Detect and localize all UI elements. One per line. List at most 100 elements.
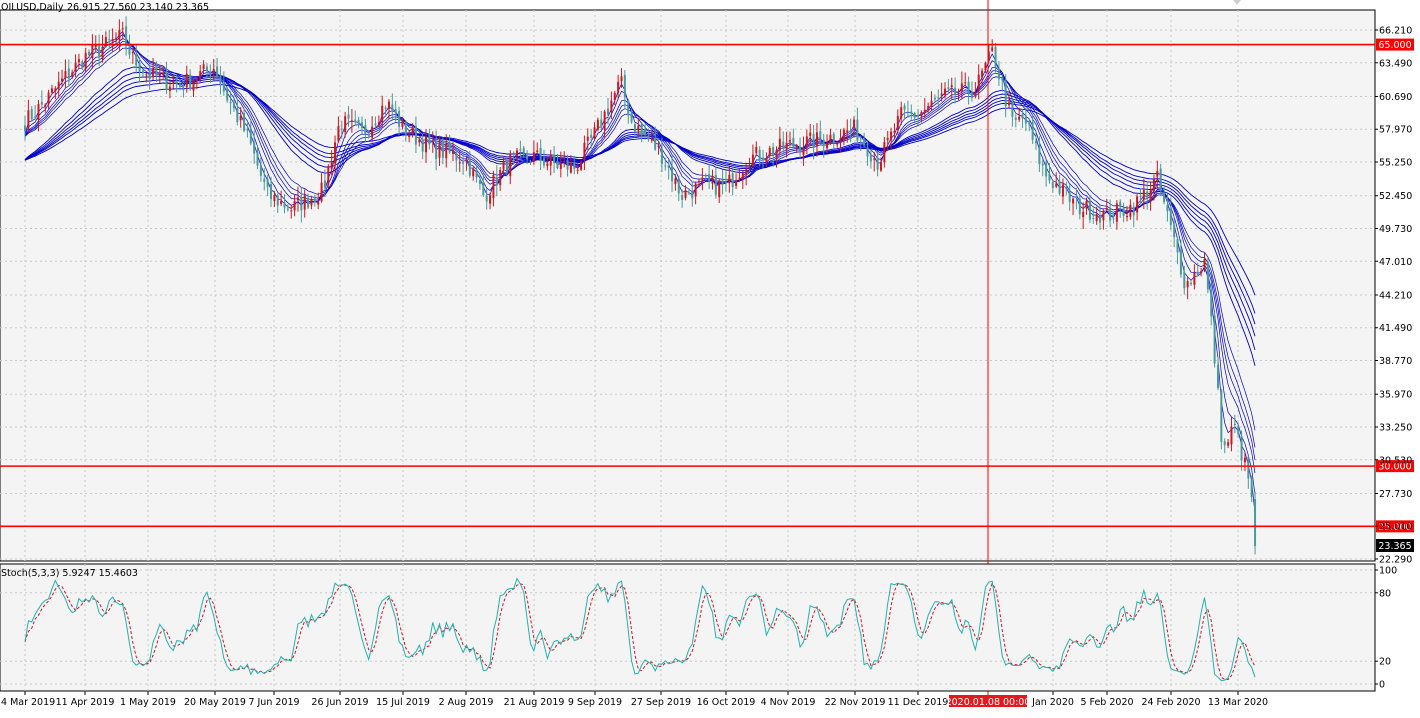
candle-body bbox=[603, 111, 606, 130]
candle-body bbox=[401, 119, 404, 127]
candle-body bbox=[1237, 426, 1240, 435]
candle-body bbox=[145, 74, 148, 76]
candle-body bbox=[650, 138, 653, 141]
price-tick-label: 35.970 bbox=[1379, 390, 1412, 401]
candle-body bbox=[408, 134, 411, 138]
candle-body bbox=[482, 182, 485, 196]
candle-body bbox=[270, 184, 273, 200]
candle-body bbox=[879, 162, 882, 171]
candle-body bbox=[199, 71, 202, 80]
candle-body bbox=[714, 174, 717, 195]
candle-body bbox=[1159, 168, 1162, 191]
candle-body bbox=[846, 130, 849, 133]
candle-body bbox=[546, 163, 549, 167]
candle-body bbox=[118, 30, 121, 40]
candle-body bbox=[842, 129, 845, 140]
price-tick-label: 44.210 bbox=[1379, 290, 1412, 301]
candle-body bbox=[1196, 271, 1199, 275]
candle-body bbox=[1183, 271, 1186, 289]
candle-body bbox=[718, 180, 721, 198]
candle-body bbox=[836, 142, 839, 145]
candle-body bbox=[1122, 207, 1125, 216]
time-tick-label: 20 May 2019 bbox=[184, 697, 246, 708]
candle-body bbox=[54, 88, 57, 92]
candle-body bbox=[451, 151, 454, 154]
candle-body bbox=[832, 133, 835, 143]
candle-body bbox=[1193, 272, 1196, 285]
price-tick-label: 57.970 bbox=[1379, 125, 1412, 136]
candle-body bbox=[448, 142, 451, 153]
candle-body bbox=[542, 158, 545, 166]
price-tick-label: 55.250 bbox=[1379, 158, 1412, 169]
candle-body bbox=[623, 74, 626, 98]
candle-body bbox=[135, 53, 138, 66]
candle-body bbox=[782, 141, 785, 149]
candle-body bbox=[209, 72, 212, 76]
candle-body bbox=[114, 38, 117, 40]
candle-body bbox=[859, 138, 862, 140]
candle-body bbox=[1082, 211, 1085, 218]
candle-body bbox=[347, 114, 350, 119]
candle-body bbox=[40, 101, 43, 105]
candle-body bbox=[317, 202, 320, 205]
candle-body bbox=[684, 190, 687, 198]
candle-body bbox=[516, 150, 519, 157]
candle-body bbox=[1186, 281, 1189, 288]
candle-body bbox=[357, 119, 360, 124]
candle-body bbox=[1065, 187, 1068, 190]
candle-body bbox=[1200, 271, 1203, 274]
candle-body bbox=[472, 168, 475, 177]
price-tick-label: 38.770 bbox=[1379, 356, 1412, 367]
candle-body bbox=[323, 180, 326, 188]
candle-body bbox=[1105, 207, 1108, 210]
candle-body bbox=[910, 111, 913, 114]
candle-body bbox=[1061, 184, 1064, 197]
candle-body bbox=[886, 138, 889, 141]
chart-canvas[interactable]: 65.00030.00025.000 66.21063.49060.69057.… bbox=[0, 0, 1420, 714]
candle-body bbox=[495, 176, 498, 186]
candle-body bbox=[748, 167, 751, 169]
time-tick-label: 5 Feb 2020 bbox=[1080, 697, 1133, 708]
candle-body bbox=[576, 169, 579, 171]
crosshair-time-label: 2020.01.08 00:00 bbox=[946, 697, 1031, 708]
candle-body bbox=[64, 71, 67, 78]
candle-body bbox=[940, 93, 943, 96]
current-price-tag: 23.365 bbox=[1376, 539, 1414, 552]
candle-body bbox=[1254, 499, 1257, 547]
candle-body bbox=[809, 132, 812, 137]
candle-body bbox=[913, 113, 916, 118]
candle-body bbox=[758, 149, 761, 161]
candle-body bbox=[411, 127, 414, 134]
candle-body bbox=[647, 136, 650, 140]
candle-body bbox=[704, 174, 707, 177]
stoch-tick-label: 100 bbox=[1379, 566, 1397, 577]
candle-body bbox=[344, 116, 347, 133]
candle-body bbox=[900, 107, 903, 119]
candle-body bbox=[957, 93, 960, 95]
candle-body bbox=[367, 134, 370, 136]
candle-body bbox=[502, 161, 505, 169]
candle-body bbox=[1213, 315, 1216, 364]
candle-body bbox=[499, 170, 502, 186]
candle-body bbox=[91, 44, 94, 59]
candle-body bbox=[290, 210, 293, 212]
candle-body bbox=[202, 64, 205, 70]
candle-body bbox=[57, 81, 60, 89]
candle-body bbox=[81, 61, 84, 69]
candle-body bbox=[182, 89, 185, 91]
candle-body bbox=[802, 148, 805, 155]
candle-body bbox=[866, 147, 869, 157]
candle-body bbox=[1095, 214, 1098, 222]
candle-body bbox=[361, 122, 363, 129]
candle-body bbox=[970, 92, 973, 99]
candle-body bbox=[1176, 238, 1179, 253]
candle-body bbox=[1216, 364, 1219, 389]
candle-body bbox=[920, 112, 923, 117]
candle-body bbox=[566, 159, 569, 170]
candle-body bbox=[556, 160, 559, 169]
candle-body bbox=[519, 149, 522, 151]
time-tick-label: 1 May 2019 bbox=[120, 697, 176, 708]
candle-body bbox=[724, 181, 727, 183]
candle-body bbox=[731, 173, 734, 188]
stochastic-pane: 100 80 20 0 Stoch(5,3,3) 5.9247 15.4603 bbox=[0, 563, 1397, 692]
